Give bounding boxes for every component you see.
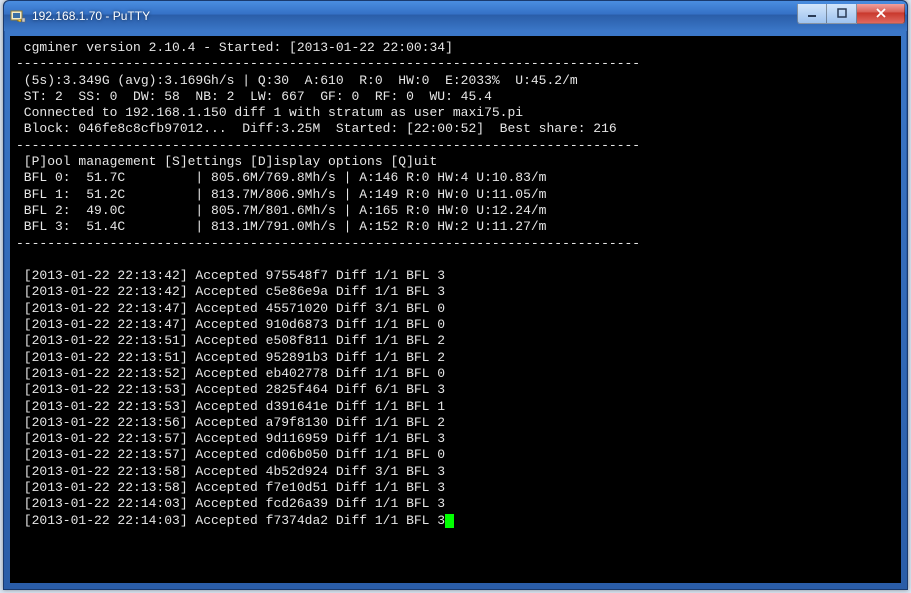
log-line: [2013-01-22 22:13:53] Accepted 2825f464 … xyxy=(16,382,895,398)
device-line: BFL 0: 51.7C | 805.6M/769.8Mh/s | A:146 … xyxy=(16,170,895,186)
log-line: [2013-01-22 22:13:58] Accepted 4b52d924 … xyxy=(16,464,895,480)
device-line: BFL 2: 49.0C | 805.7M/801.6Mh/s | A:165 … xyxy=(16,203,895,219)
divider: ----------------------------------------… xyxy=(16,56,895,72)
maximize-button[interactable] xyxy=(827,4,857,24)
log-line: [2013-01-22 22:13:42] Accepted 975548f7 … xyxy=(16,268,895,284)
device-line: BFL 3: 51.4C | 813.1M/791.0Mh/s | A:152 … xyxy=(16,219,895,235)
log-line: [2013-01-22 22:13:53] Accepted d391641e … xyxy=(16,399,895,415)
log-line: [2013-01-22 22:13:56] Accepted a79f8130 … xyxy=(16,415,895,431)
titlebar[interactable]: 192.168.1.70 - PuTTY xyxy=(4,1,907,31)
menu-line: [P]ool management [S]ettings [D]isplay o… xyxy=(16,154,895,170)
divider: ----------------------------------------… xyxy=(16,236,895,252)
header-line: cgminer version 2.10.4 - Started: [2013-… xyxy=(16,40,895,56)
window-client-border: cgminer version 2.10.4 - Started: [2013-… xyxy=(4,31,907,589)
putty-icon xyxy=(10,8,26,24)
log-line: [2013-01-22 22:13:51] Accepted 952891b3 … xyxy=(16,350,895,366)
blank-line xyxy=(16,252,895,268)
log-line: [2013-01-22 22:13:58] Accepted f7e10d51 … xyxy=(16,480,895,496)
log-line: [2013-01-22 22:13:47] Accepted 910d6873 … xyxy=(16,317,895,333)
device-line: BFL 1: 51.2C | 813.7M/806.9Mh/s | A:149 … xyxy=(16,187,895,203)
terminal[interactable]: cgminer version 2.10.4 - Started: [2013-… xyxy=(10,36,901,583)
stats-line: ST: 2 SS: 0 DW: 58 NB: 2 LW: 667 GF: 0 R… xyxy=(16,89,895,105)
window-controls xyxy=(797,4,905,24)
log-line: [2013-01-22 22:13:57] Accepted 9d116959 … xyxy=(16,431,895,447)
log-line: [2013-01-22 22:13:42] Accepted c5e86e9a … xyxy=(16,284,895,300)
log-line-last: [2013-01-22 22:14:03] Accepted f7374da2 … xyxy=(16,513,895,529)
window-title: 192.168.1.70 - PuTTY xyxy=(32,9,797,23)
log-line: [2013-01-22 22:13:47] Accepted 45571020 … xyxy=(16,301,895,317)
log-line: [2013-01-22 22:13:52] Accepted eb402778 … xyxy=(16,366,895,382)
log-line: [2013-01-22 22:13:57] Accepted cd06b050 … xyxy=(16,447,895,463)
stats-line: Connected to 192.168.1.150 diff 1 with s… xyxy=(16,105,895,121)
stats-line: (5s):3.349G (avg):3.169Gh/s | Q:30 A:610… xyxy=(16,73,895,89)
log-line: [2013-01-22 22:14:03] Accepted fcd26a39 … xyxy=(16,496,895,512)
cursor xyxy=(445,514,454,528)
close-button[interactable] xyxy=(857,4,905,24)
minimize-button[interactable] xyxy=(797,4,827,24)
stats-line: Block: 046fe8c8cfb97012... Diff:3.25M St… xyxy=(16,121,895,137)
putty-window: 192.168.1.70 - PuTTY cgminer version 2.1… xyxy=(3,0,908,590)
divider: ----------------------------------------… xyxy=(16,138,895,154)
log-line: [2013-01-22 22:13:51] Accepted e508f811 … xyxy=(16,333,895,349)
